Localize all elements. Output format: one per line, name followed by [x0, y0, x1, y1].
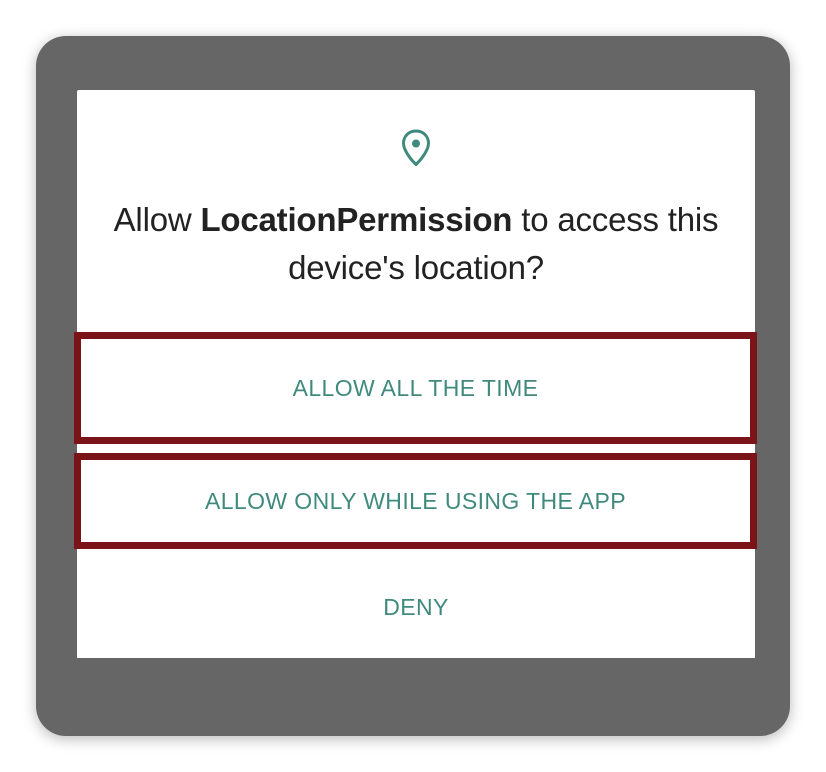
title-prefix: Allow [113, 201, 201, 238]
permission-dialog: Allow LocationPermission to access this … [74, 90, 757, 658]
allow-all-the-time-button[interactable]: ALLOW ALL THE TIME [74, 332, 757, 444]
app-name: LocationPermission [200, 201, 513, 238]
device-frame: Allow LocationPermission to access this … [36, 36, 790, 736]
deny-button[interactable]: DENY [77, 556, 755, 658]
location-pin-icon [400, 128, 432, 168]
dialog-title: Allow LocationPermission to access this … [97, 196, 735, 292]
allow-while-using-app-button[interactable]: ALLOW ONLY WHILE USING THE APP [74, 453, 757, 549]
